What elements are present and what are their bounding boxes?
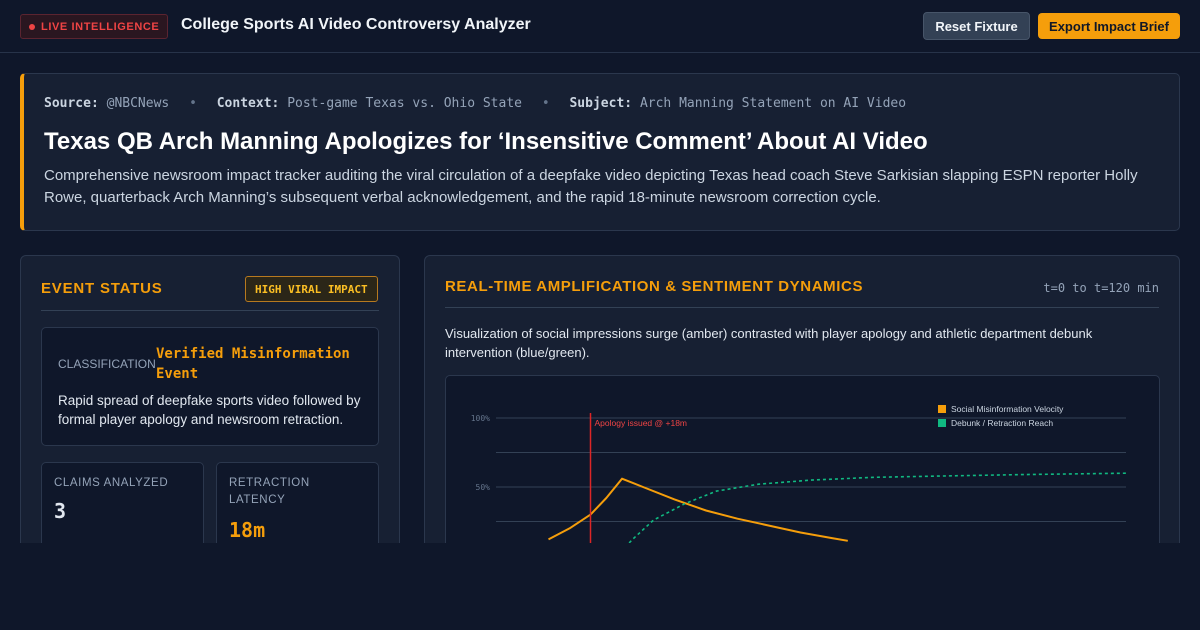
dynamics-chart: 100% 50% Apology issued @ +18m Social Misin… (445, 375, 1160, 554)
story-meta: Source: @NBCNews • Context: Post-game Te… (44, 96, 906, 111)
story-card: Source: @NBCNews • Context: Post-game Te… (20, 73, 1180, 231)
context-value: Post-game Texas vs. Ohio State (287, 96, 522, 111)
classification-label: CLASSIFICATION (58, 357, 156, 371)
meta-separator: • (189, 96, 197, 111)
classification-card: CLASSIFICATION Verified Misinformation E… (41, 327, 379, 446)
live-badge-label: LIVE INTELLIGENCE (41, 20, 160, 33)
live-intelligence-badge: LIVE INTELLIGENCE (20, 14, 169, 39)
panel-divider (445, 307, 1159, 308)
time-range-label: t=0 to t=120 min (1043, 281, 1159, 295)
viral-impact-badge: HIGH VIRAL IMPACT (245, 276, 378, 302)
dynamics-description: Visualization of social impressions surg… (445, 326, 1093, 360)
y-tick-label: 100% (471, 414, 490, 423)
story-headline: Texas QB Arch Manning Apologizes for ‘In… (44, 128, 928, 155)
page-bottom-background (0, 543, 1200, 630)
export-impact-brief-button[interactable]: Export Impact Brief (1038, 13, 1180, 39)
app-title: College Sports AI Video Controversy Anal… (181, 16, 531, 33)
stat-retraction-latency: RETRACTION LATENCY 18m (216, 462, 379, 554)
apology-annotation-label: Apology issued @ +18m (595, 418, 688, 428)
top-bar: LIVE INTELLIGENCE College Sports AI Vide… (0, 0, 1200, 53)
live-dot-icon (29, 23, 35, 30)
stat-value: 3 (54, 499, 67, 523)
legend-label: Social Misinformation Velocity (951, 404, 1064, 414)
stat-label: RETRACTION LATENCY (229, 477, 310, 506)
event-status-panel: EVENT STATUS HIGH VIRAL IMPACT CLASSIFIC… (20, 255, 400, 555)
source-label: Source: (44, 96, 99, 111)
subject-value: Arch Manning Statement on AI Video (639, 96, 907, 111)
subject-label: Subject: (569, 96, 633, 111)
classification-value: Verified Misinformation Event (156, 346, 350, 382)
reset-fixture-button[interactable]: Reset Fixture (923, 12, 1030, 40)
stat-claims-analyzed: CLAIMS ANALYZED 3 (41, 462, 204, 554)
story-description: Comprehensive newsroom impact tracker au… (44, 167, 1138, 206)
panel-divider (41, 310, 379, 311)
legend-swatch (938, 419, 946, 427)
legend-swatch (938, 405, 946, 413)
dynamics-panel: REAL-TIME AMPLIFICATION & SENTIMENT DYNA… (424, 255, 1180, 555)
context-label: Context: (216, 96, 280, 111)
meta-separator: • (541, 96, 550, 111)
legend-label: Debunk / Retraction Reach (951, 418, 1053, 428)
velocity-series-line (548, 477, 848, 542)
classification-description: Rapid spread of deepfake sports video fo… (58, 393, 361, 427)
y-tick-label: 50% (476, 483, 491, 492)
stat-label: CLAIMS ANALYZED (54, 477, 169, 489)
stat-value: 18m (229, 518, 266, 542)
dynamics-title: REAL-TIME AMPLIFICATION & SENTIMENT DYNA… (445, 278, 864, 295)
source-value: @NBCNews (106, 96, 170, 111)
dynamics-chart-svg: 100% 50% Apology issued @ +18m Social Misin… (471, 404, 1127, 554)
event-status-title: EVENT STATUS (41, 280, 163, 297)
